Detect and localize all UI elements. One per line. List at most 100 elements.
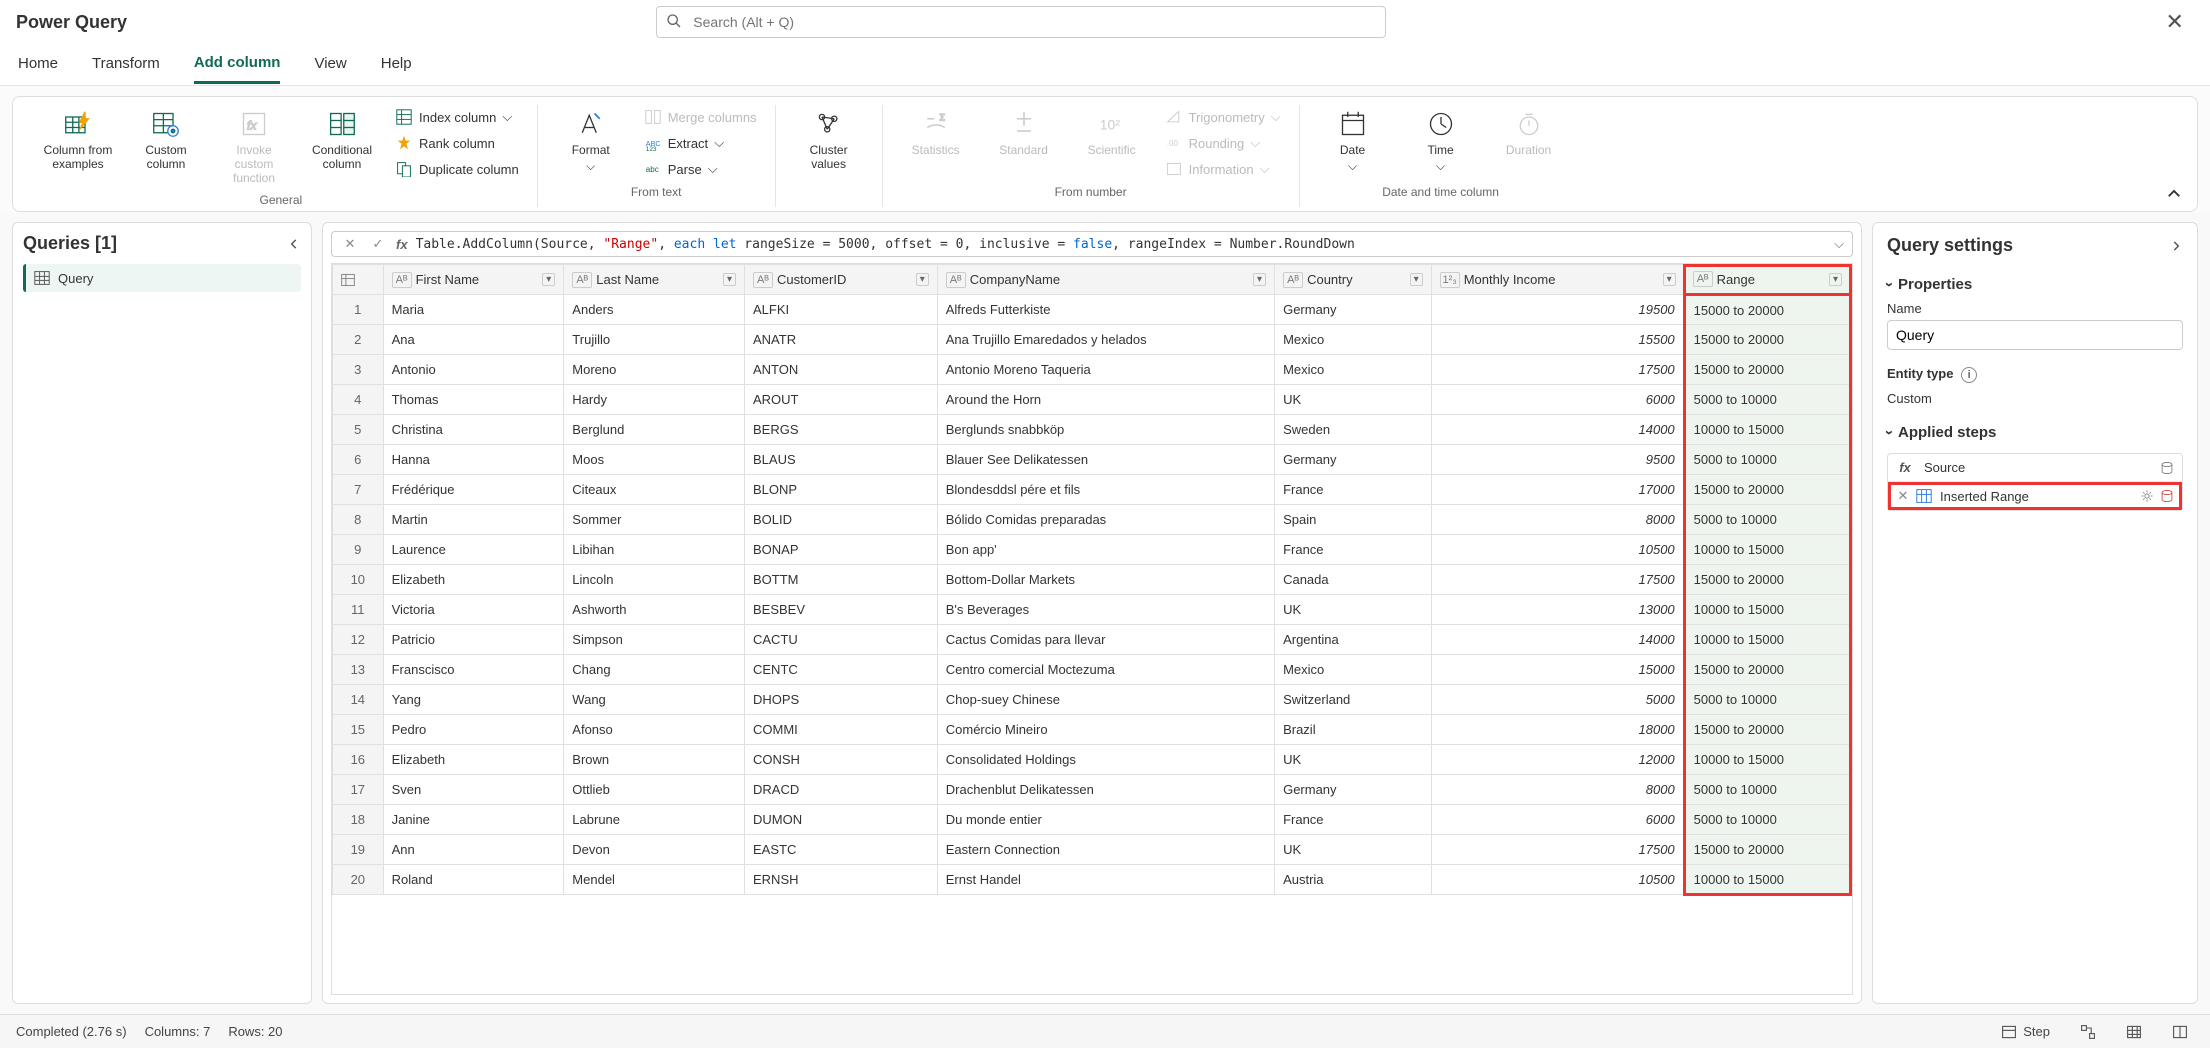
- cell-monthly-income[interactable]: 12000: [1431, 745, 1684, 775]
- cell-monthly-income[interactable]: 10500: [1431, 865, 1684, 895]
- cell-customer-id[interactable]: ANATR: [745, 325, 938, 355]
- cell-customer-id[interactable]: BLAUS: [745, 445, 938, 475]
- cell-country[interactable]: Spain: [1275, 505, 1432, 535]
- cell-company-name[interactable]: Du monde entier: [937, 805, 1274, 835]
- cell-monthly-income[interactable]: 8000: [1431, 775, 1684, 805]
- text-type-icon[interactable]: Aᴮ: [392, 272, 412, 288]
- diagram-view-button[interactable]: [2074, 1021, 2102, 1043]
- cell-monthly-income[interactable]: 17500: [1431, 565, 1684, 595]
- cell-first-name[interactable]: Roland: [383, 865, 564, 895]
- cell-last-name[interactable]: Moreno: [564, 355, 745, 385]
- cell-first-name[interactable]: Antonio: [383, 355, 564, 385]
- cell-last-name[interactable]: Chang: [564, 655, 745, 685]
- cell-range[interactable]: 5000 to 10000: [1684, 775, 1850, 805]
- cell-customer-id[interactable]: BOLID: [745, 505, 938, 535]
- cell-customer-id[interactable]: ANTON: [745, 355, 938, 385]
- cell-first-name[interactable]: Ann: [383, 835, 564, 865]
- row-number[interactable]: 15: [333, 715, 384, 745]
- table-row[interactable]: 18JanineLabruneDUMONDu monde entierFranc…: [333, 805, 1851, 835]
- text-type-icon[interactable]: Aᴮ: [946, 272, 966, 288]
- cell-range[interactable]: 10000 to 15000: [1684, 535, 1850, 565]
- text-type-icon[interactable]: Aᴮ: [753, 272, 773, 288]
- cell-range[interactable]: 10000 to 15000: [1684, 415, 1850, 445]
- formula-text[interactable]: Table.AddColumn(Source, "Range", each le…: [416, 237, 1827, 252]
- select-all-corner[interactable]: [333, 265, 384, 295]
- cell-last-name[interactable]: Afonso: [564, 715, 745, 745]
- cell-last-name[interactable]: Simpson: [564, 625, 745, 655]
- text-type-icon[interactable]: Aᴮ: [572, 272, 592, 288]
- column-header-first-name[interactable]: AᴮFirst Name▾: [383, 265, 564, 295]
- cell-first-name[interactable]: Janine: [383, 805, 564, 835]
- cell-last-name[interactable]: Mendel: [564, 865, 745, 895]
- cell-customer-id[interactable]: BONAP: [745, 535, 938, 565]
- query-name-input[interactable]: [1887, 320, 2183, 350]
- table-row[interactable]: 13FransciscoChangCENTCCentro comercial M…: [333, 655, 1851, 685]
- cell-customer-id[interactable]: BERGS: [745, 415, 938, 445]
- table-row[interactable]: 3AntonioMorenoANTONAntonio Moreno Taquer…: [333, 355, 1851, 385]
- properties-section-header[interactable]: › Properties: [1887, 276, 2183, 293]
- text-type-icon[interactable]: Aᴮ: [1693, 271, 1713, 287]
- cell-company-name[interactable]: Centro comercial Moctezuma: [937, 655, 1274, 685]
- cell-range[interactable]: 10000 to 15000: [1684, 595, 1850, 625]
- cell-monthly-income[interactable]: 8000: [1431, 505, 1684, 535]
- cell-last-name[interactable]: Hardy: [564, 385, 745, 415]
- cell-company-name[interactable]: Alfreds Futterkiste: [937, 295, 1274, 325]
- cell-company-name[interactable]: Eastern Connection: [937, 835, 1274, 865]
- cell-range[interactable]: 5000 to 10000: [1684, 505, 1850, 535]
- cell-range[interactable]: 5000 to 10000: [1684, 385, 1850, 415]
- filter-dropdown-button[interactable]: ▾: [542, 273, 555, 286]
- cell-country[interactable]: Germany: [1275, 775, 1432, 805]
- cell-country[interactable]: UK: [1275, 595, 1432, 625]
- row-number[interactable]: 14: [333, 685, 384, 715]
- step-data-source-icon[interactable]: [2160, 489, 2174, 503]
- cell-monthly-income[interactable]: 14000: [1431, 625, 1684, 655]
- row-number[interactable]: 2: [333, 325, 384, 355]
- formula-bar[interactable]: ✕ ✓ fx Table.AddColumn(Source, "Range", …: [331, 231, 1853, 257]
- collapse-settings-button[interactable]: [2169, 239, 2183, 253]
- cell-customer-id[interactable]: BOTTM: [745, 565, 938, 595]
- number-type-icon[interactable]: 1²₃: [1440, 272, 1460, 288]
- info-icon[interactable]: i: [1961, 367, 1977, 383]
- table-row[interactable]: 20RolandMendelERNSHErnst HandelAustria10…: [333, 865, 1851, 895]
- column-header-customerid[interactable]: AᴮCustomerID▾: [745, 265, 938, 295]
- cell-last-name[interactable]: Devon: [564, 835, 745, 865]
- cell-monthly-income[interactable]: 17500: [1431, 355, 1684, 385]
- cell-last-name[interactable]: Ottlieb: [564, 775, 745, 805]
- applied-steps-section-header[interactable]: › Applied steps: [1887, 424, 2183, 441]
- cell-country[interactable]: Germany: [1275, 445, 1432, 475]
- cell-company-name[interactable]: Consolidated Holdings: [937, 745, 1274, 775]
- cell-range[interactable]: 10000 to 15000: [1684, 745, 1850, 775]
- cell-first-name[interactable]: Thomas: [383, 385, 564, 415]
- cell-range[interactable]: 15000 to 20000: [1684, 475, 1850, 505]
- cell-first-name[interactable]: Patricio: [383, 625, 564, 655]
- cell-country[interactable]: Sweden: [1275, 415, 1432, 445]
- cell-country[interactable]: France: [1275, 805, 1432, 835]
- cell-first-name[interactable]: Yang: [383, 685, 564, 715]
- cell-range[interactable]: 5000 to 10000: [1684, 685, 1850, 715]
- cell-last-name[interactable]: Anders: [564, 295, 745, 325]
- cell-last-name[interactable]: Brown: [564, 745, 745, 775]
- filter-dropdown-button[interactable]: ▾: [1253, 273, 1266, 286]
- row-number[interactable]: 10: [333, 565, 384, 595]
- schema-view-button[interactable]: [2166, 1021, 2194, 1043]
- row-number[interactable]: 17: [333, 775, 384, 805]
- cell-range[interactable]: 15000 to 20000: [1684, 655, 1850, 685]
- cell-first-name[interactable]: Ana: [383, 325, 564, 355]
- cell-customer-id[interactable]: AROUT: [745, 385, 938, 415]
- cell-country[interactable]: France: [1275, 475, 1432, 505]
- table-row[interactable]: 16ElizabethBrownCONSHConsolidated Holdin…: [333, 745, 1851, 775]
- cell-monthly-income[interactable]: 9500: [1431, 445, 1684, 475]
- cell-range[interactable]: 5000 to 10000: [1684, 805, 1850, 835]
- cell-customer-id[interactable]: DHOPS: [745, 685, 938, 715]
- table-row[interactable]: 10ElizabethLincolnBOTTMBottom-Dollar Mar…: [333, 565, 1851, 595]
- cell-first-name[interactable]: Martin: [383, 505, 564, 535]
- cell-customer-id[interactable]: ALFKI: [745, 295, 938, 325]
- formula-dropdown-button[interactable]: ⌵: [1834, 236, 1844, 252]
- step-settings-button[interactable]: [2140, 489, 2154, 503]
- cell-country[interactable]: Brazil: [1275, 715, 1432, 745]
- query-list-item[interactable]: Query: [23, 264, 301, 292]
- cell-customer-id[interactable]: EASTC: [745, 835, 938, 865]
- cell-first-name[interactable]: Frédérique: [383, 475, 564, 505]
- table-row[interactable]: 15PedroAfonsoCOMMIComércio MineiroBrazil…: [333, 715, 1851, 745]
- cell-range[interactable]: 10000 to 15000: [1684, 625, 1850, 655]
